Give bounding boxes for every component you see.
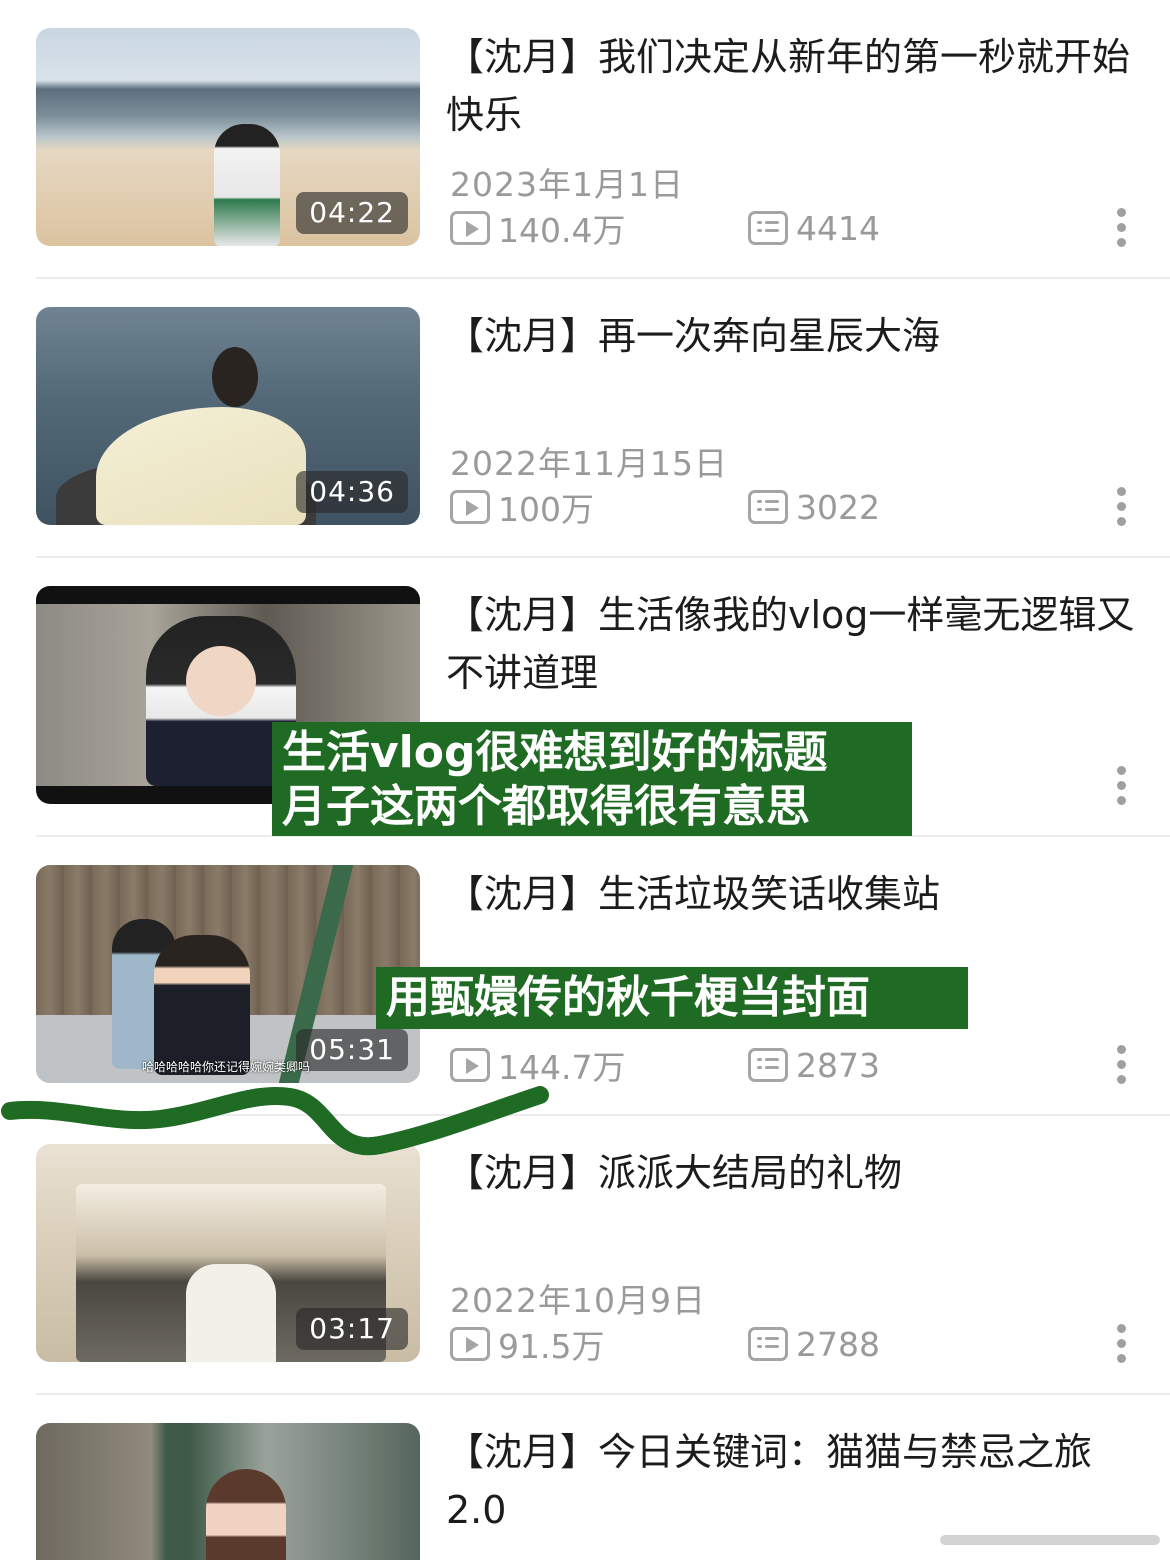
video-title[interactable]: 【沈月】再一次奔向星辰大海 bbox=[446, 307, 1146, 365]
more-icon[interactable] bbox=[1108, 1043, 1134, 1087]
video-title[interactable]: 【沈月】生活垃圾笑话收集站 bbox=[446, 865, 1146, 923]
danmaku-icon bbox=[748, 490, 788, 524]
danmaku-count: 2788 bbox=[748, 1322, 880, 1366]
danmaku-count: 3022 bbox=[748, 485, 880, 529]
video-thumbnail[interactable]: 03:17 bbox=[36, 1144, 420, 1362]
annotation-note: 生活vlog很难想到好的标题 月子这两个都取得很有意思 bbox=[272, 722, 912, 836]
danmaku-count: 2873 bbox=[748, 1043, 880, 1087]
video-thumbnail[interactable] bbox=[36, 1423, 420, 1560]
video-title[interactable]: 【沈月】生活像我的vlog一样毫无逻辑又不讲道理 bbox=[446, 586, 1146, 702]
danmaku-count: 4414 bbox=[748, 206, 880, 250]
danmaku-count-value: 3022 bbox=[796, 487, 880, 527]
video-date: 2022年10月9日 bbox=[450, 1281, 706, 1320]
video-title[interactable]: 【沈月】今日关键词：猫猫与禁忌之旅2.0 bbox=[446, 1423, 1146, 1539]
video-duration: 05:31 bbox=[296, 1029, 408, 1071]
danmaku-count-value: 2873 bbox=[796, 1045, 880, 1085]
more-icon[interactable] bbox=[1108, 764, 1134, 808]
play-count-icon bbox=[450, 1327, 490, 1361]
danmaku-icon bbox=[748, 211, 788, 245]
more-icon[interactable] bbox=[1108, 1322, 1134, 1366]
video-duration: 04:22 bbox=[296, 192, 408, 234]
video-title[interactable]: 【沈月】我们决定从新年的第一秒就开始快乐 bbox=[446, 28, 1146, 144]
video-thumbnail[interactable]: 05:31 哈哈哈哈哈你还记得婉婉类卿吗 bbox=[36, 865, 420, 1083]
play-count-value: 91.5万 bbox=[498, 1327, 605, 1366]
video-duration: 04:36 bbox=[296, 471, 408, 513]
annotation-line: 生活vlog很难想到好的标题 bbox=[282, 727, 828, 778]
video-date: 2023年1月1日 bbox=[450, 165, 684, 204]
danmaku-count-value: 2788 bbox=[796, 1324, 880, 1364]
play-count: 140.4万 bbox=[450, 206, 625, 250]
scroll-indicator bbox=[940, 1535, 1160, 1545]
play-count: 100万 bbox=[450, 485, 594, 529]
danmaku-icon bbox=[748, 1048, 788, 1082]
video-duration: 03:17 bbox=[296, 1308, 408, 1350]
video-thumbnail[interactable]: 04:22 bbox=[36, 28, 420, 246]
play-count: 91.5万 bbox=[450, 1322, 604, 1366]
danmaku-icon bbox=[748, 1327, 788, 1361]
more-icon[interactable] bbox=[1108, 206, 1134, 250]
annotation-line: 用甄嬛传的秋千梗当封面 bbox=[386, 972, 870, 1023]
video-subtitle: 哈哈哈哈哈你还记得婉婉类卿吗 bbox=[142, 1060, 311, 1074]
play-count-icon bbox=[450, 211, 490, 245]
annotation-note: 用甄嬛传的秋千梗当封面 bbox=[376, 967, 968, 1029]
play-count-icon bbox=[450, 490, 490, 524]
video-date: 2022年11月15日 bbox=[450, 444, 728, 483]
danmaku-count-value: 4414 bbox=[796, 208, 880, 248]
play-count-value: 100万 bbox=[498, 490, 594, 529]
annotation-underline-stroke bbox=[1, 1086, 549, 1156]
video-thumbnail[interactable]: 04:36 bbox=[36, 307, 420, 525]
annotation-line: 月子这两个都取得很有意思 bbox=[282, 781, 810, 832]
more-icon[interactable] bbox=[1108, 485, 1134, 529]
video-item[interactable]: 04:22 【沈月】我们决定从新年的第一秒就开始快乐 2023年1月1日 140… bbox=[0, 0, 1170, 279]
video-item[interactable]: 04:36 【沈月】再一次奔向星辰大海 2022年11月15日 100万 302… bbox=[0, 279, 1170, 558]
play-count-value: 140.4万 bbox=[498, 211, 626, 250]
